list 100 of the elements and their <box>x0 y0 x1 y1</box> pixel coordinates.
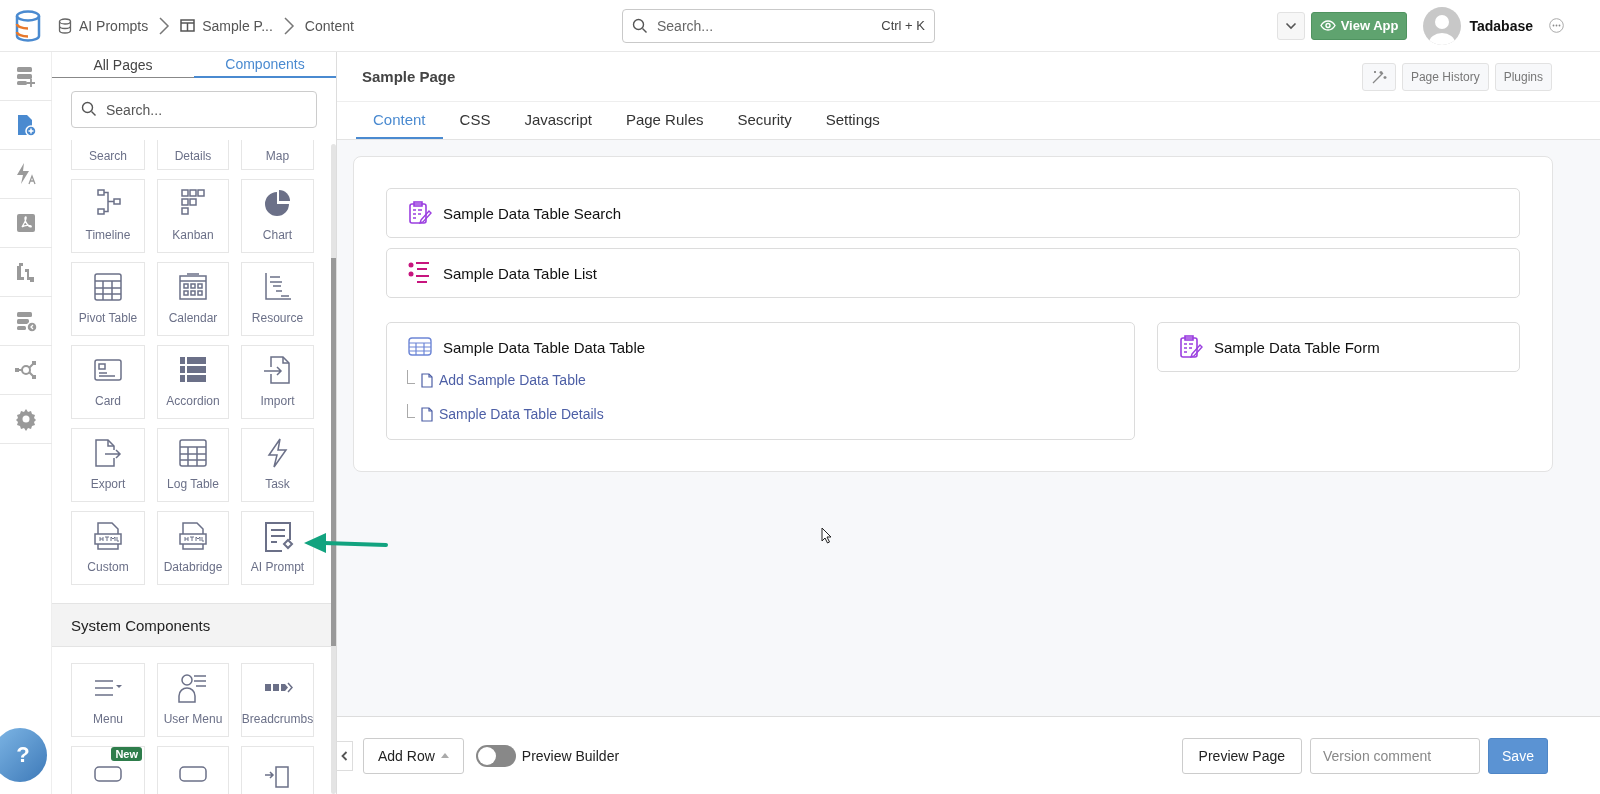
avatar-silhouette-icon <box>1423 6 1462 45</box>
lightning-letter-icon <box>14 162 38 186</box>
magic-wand-icon <box>1370 68 1387 85</box>
door-arrow-icon <box>263 766 292 788</box>
page-tab[interactable]: Security <box>720 102 809 139</box>
breadcrumb-link[interactable]: Sample P... <box>180 17 273 34</box>
calendar-icon <box>177 271 209 303</box>
component-title: Sample Data Table Data Table <box>443 338 646 356</box>
component-tile[interactable]: Map <box>241 140 314 170</box>
component-tile[interactable]: Import <box>241 345 314 419</box>
tile-label: Details <box>174 149 212 163</box>
component-tile[interactable]: Timeline <box>71 179 145 253</box>
collapse-button[interactable] <box>337 740 353 771</box>
component-tile[interactable] <box>157 746 229 794</box>
component-block[interactable]: Sample Data Table Form <box>1157 322 1520 372</box>
component-search-field[interactable]: Search... <box>71 91 317 128</box>
page-tab[interactable]: Page Rules <box>608 102 721 139</box>
page-tab[interactable]: Javascript <box>507 102 609 139</box>
tile-label: Card <box>95 394 121 408</box>
component-block[interactable]: Sample Data Table Data Table Add Sample Data Table Sample Data Table Details <box>386 322 1135 440</box>
search-icon <box>632 17 648 34</box>
database-logo-icon <box>14 9 42 42</box>
breadcrumb-link[interactable]: Content <box>304 17 354 34</box>
table-icon <box>92 271 124 303</box>
search-icon <box>81 101 97 117</box>
component-tile[interactable]: Log Table <box>157 428 229 502</box>
html-file-icon <box>92 520 124 552</box>
settings-icon <box>14 407 38 431</box>
toolbar-button[interactable]: Page History <box>1401 62 1489 91</box>
user-name: Tadabase <box>1469 17 1533 34</box>
tile-label: Accordion <box>166 394 220 408</box>
component-tile[interactable]: Chart <box>241 179 314 253</box>
breadcrumb-link[interactable]: AI Prompts <box>58 17 149 34</box>
tile-label: Menu <box>93 712 123 726</box>
toggle-switch[interactable] <box>475 744 516 767</box>
scrollbar[interactable] <box>331 144 336 794</box>
document-icon <box>421 372 433 388</box>
page-link[interactable]: Sample Data Table Details <box>439 406 604 422</box>
save-button[interactable]: Save <box>1488 737 1548 774</box>
panel-tab[interactable]: Components <box>194 52 336 78</box>
component-tile[interactable]: Calendar <box>157 262 229 336</box>
component-tile[interactable]: Export <box>71 428 145 502</box>
component-tile[interactable] <box>241 746 314 794</box>
tile-label: Import <box>260 394 295 408</box>
component-title: Sample Data Table List <box>443 264 597 282</box>
tile-label: AI Prompt <box>250 560 305 574</box>
clipboard-pencil-icon <box>407 200 433 226</box>
page-link[interactable]: Add Sample Data Table <box>439 372 586 388</box>
mouse-pointer-icon <box>821 527 832 544</box>
tile-label: Custom <box>87 560 129 574</box>
view-app-button[interactable]: View App <box>1310 11 1408 40</box>
page-title: Sample Page <box>362 68 456 85</box>
toolbar-button[interactable]: Plugins <box>1494 62 1552 91</box>
database-clock-icon <box>14 309 38 333</box>
component-block[interactable]: Sample Data Table Search <box>386 188 1520 238</box>
network-nodes-icon <box>14 358 38 382</box>
component-tile[interactable]: Kanban <box>157 179 229 253</box>
preview-page-button[interactable]: Preview Page <box>1181 737 1302 774</box>
page-tab[interactable]: Settings <box>808 102 897 139</box>
toggle-label: Preview Builder <box>521 747 620 764</box>
new-badge: New <box>111 747 142 761</box>
tile-label: Search <box>89 149 127 163</box>
tile-label: Timeline <box>85 228 131 242</box>
tile-label: Calendar <box>168 311 218 325</box>
file-arrow-out-icon <box>92 437 124 469</box>
tile-label: User Menu <box>163 712 223 726</box>
layout-icon <box>180 19 196 32</box>
magic-wand-button[interactable] <box>1361 62 1396 91</box>
chevron-right-icon <box>158 15 171 36</box>
page-tab[interactable]: CSS <box>442 102 508 139</box>
version-comment-field[interactable]: Version comment <box>1310 737 1480 774</box>
component-tile[interactable]: User Menu <box>157 663 229 737</box>
component-tile[interactable]: Search <box>71 140 145 170</box>
component-tile[interactable]: Breadcrumbs <box>241 663 314 737</box>
component-tile[interactable]: Resource <box>241 262 314 336</box>
panel-tab[interactable]: All Pages <box>52 52 194 78</box>
component-block[interactable]: Sample Data Table List <box>386 248 1520 298</box>
component-tile[interactable]: Menu <box>71 663 145 737</box>
chevron-right-icon <box>282 15 295 36</box>
component-tile[interactable]: Accordion <box>157 345 229 419</box>
component-tile[interactable]: Card <box>71 345 145 419</box>
shortcut-hint: Ctrl + K <box>881 17 925 33</box>
component-tile[interactable]: Databridge <box>157 511 229 585</box>
component-title: Sample Data Table Form <box>1214 338 1380 356</box>
tile-label: Export <box>90 477 126 491</box>
dropdown-button[interactable] <box>1276 11 1305 40</box>
table-icon <box>177 437 209 469</box>
component-tile[interactable]: AI Prompt <box>241 511 314 585</box>
component-tile[interactable]: New <box>71 746 145 794</box>
page-tab[interactable]: Content <box>356 102 443 139</box>
tile-label: Log Table <box>167 477 219 491</box>
component-tile[interactable]: Pivot Table <box>71 262 145 336</box>
add-row-button[interactable]: Add Row <box>363 737 464 774</box>
html-file-icon <box>177 520 209 552</box>
component-tile[interactable]: Details <box>157 140 229 170</box>
pdf-document-icon <box>14 211 38 235</box>
component-tile[interactable]: Custom <box>71 511 145 585</box>
component-tile[interactable]: Task <box>241 428 314 502</box>
tile-label: Task <box>265 477 290 491</box>
caret-up-icon <box>440 753 449 758</box>
